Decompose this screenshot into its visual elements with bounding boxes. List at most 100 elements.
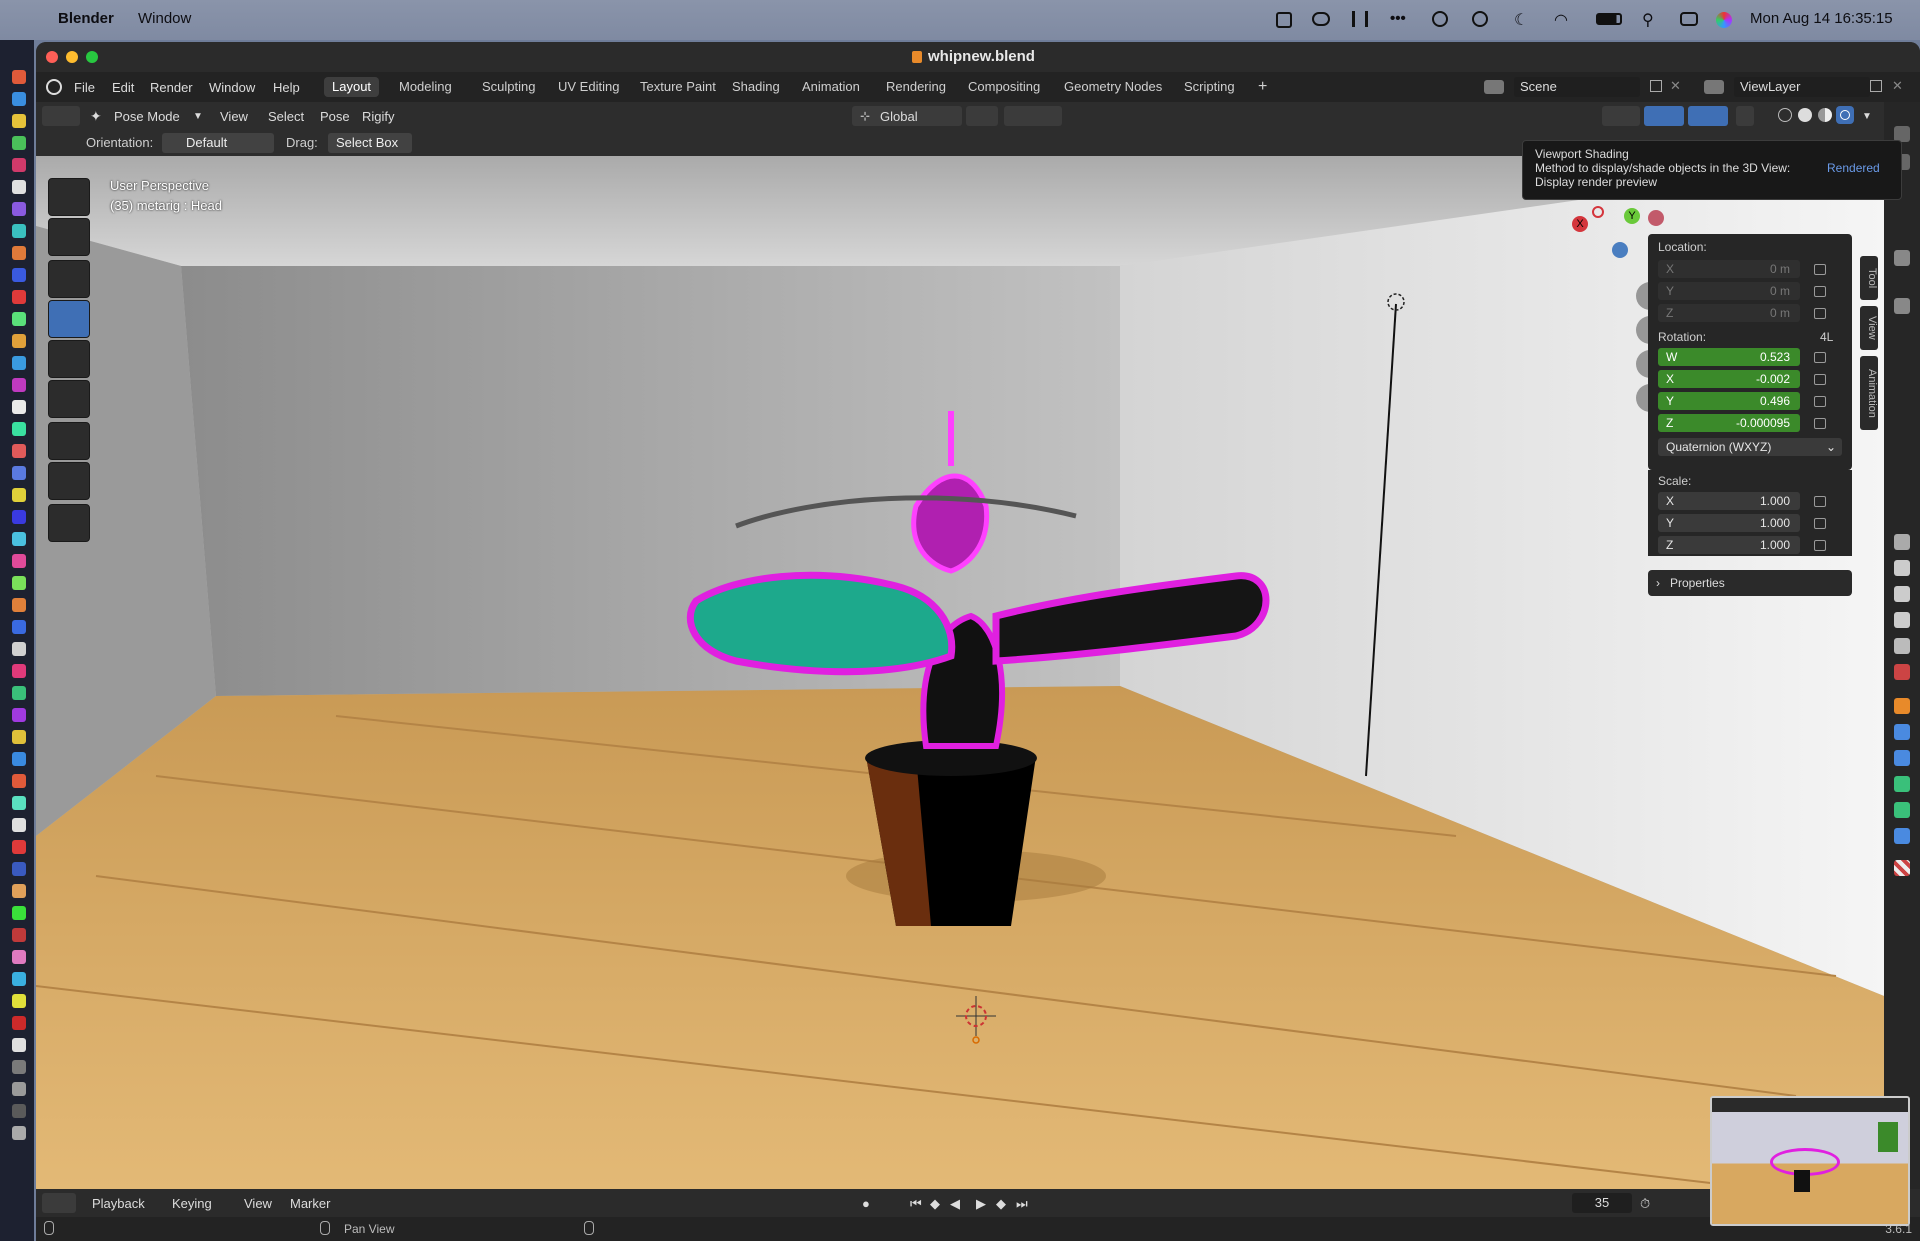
location-y-field[interactable]: Y 0 m (1658, 282, 1800, 300)
timeline-menu-view[interactable]: View (244, 1196, 272, 1211)
sidebar-tab-view[interactable]: View (1860, 306, 1878, 350)
dock-app-icon[interactable] (12, 224, 26, 238)
dock-app-icon[interactable] (12, 180, 26, 194)
scale-tool[interactable] (48, 340, 90, 378)
object-data-armature-icon[interactable] (1894, 776, 1910, 792)
render-properties-icon[interactable] (1894, 560, 1910, 576)
physics-properties-icon[interactable] (1894, 750, 1910, 766)
object-properties-icon[interactable] (1894, 698, 1910, 714)
scale-y-field[interactable]: Y 1.000 (1658, 514, 1800, 532)
select-box-tool[interactable] (48, 178, 90, 216)
dock-app-icon[interactable] (12, 400, 26, 414)
lock-icon[interactable] (1814, 352, 1826, 363)
dock-app-icon[interactable] (12, 906, 26, 920)
dock-app-icon[interactable] (12, 686, 26, 700)
wifi-icon[interactable]: ◠ (1554, 10, 1568, 30)
control-center-icon[interactable] (1680, 12, 1698, 26)
dock-app-icon[interactable] (12, 246, 26, 260)
dock-app-icon[interactable] (12, 972, 26, 986)
rotation-y-field[interactable]: Y 0.496 (1658, 392, 1800, 410)
dock-app-icon[interactable] (12, 994, 26, 1008)
siri-icon[interactable] (1716, 12, 1732, 28)
tab-animation[interactable]: Animation (794, 77, 868, 97)
dock-app-icon[interactable] (12, 510, 26, 524)
moon-icon[interactable]: ☾ (1514, 10, 1528, 30)
tab-modeling[interactable]: Modeling (391, 77, 460, 97)
scale-z-field[interactable]: Z 1.000 (1658, 536, 1800, 554)
properties-subpanel-header[interactable]: › Properties (1648, 570, 1852, 596)
view-layer-field[interactable]: ViewLayer (1734, 77, 1870, 97)
dock-app-icon[interactable] (12, 114, 26, 128)
rotation-w-field[interactable]: W 0.523 (1658, 348, 1800, 366)
screenshot-thumbnail[interactable] (1710, 1096, 1910, 1226)
tab-scripting[interactable]: Scripting (1176, 77, 1243, 97)
dock-app-icon[interactable] (12, 1060, 26, 1074)
window-menu[interactable]: Window (138, 10, 191, 27)
lock-icon[interactable] (1814, 264, 1826, 275)
bone-constraint-icon[interactable] (1894, 828, 1910, 844)
dock-app-icon[interactable] (12, 950, 26, 964)
tab-texture-paint[interactable]: Texture Paint (632, 77, 724, 97)
play-circle-icon[interactable] (1432, 11, 1448, 27)
remove-view-layer-icon[interactable]: ✕ (1892, 78, 1903, 94)
dock-app-icon[interactable] (12, 1038, 26, 1052)
dock-app-icon[interactable] (12, 708, 26, 722)
zoom-window-button[interactable] (86, 51, 98, 63)
solid-shading-icon[interactable] (1798, 108, 1812, 122)
stopwatch-icon[interactable]: ⏱ (1640, 1196, 1650, 1212)
lock-icon[interactable] (1814, 308, 1826, 319)
dock-app-icon[interactable] (12, 92, 26, 106)
gizmo-x-axis[interactable]: X (1572, 216, 1588, 232)
dock-app-icon[interactable] (12, 268, 26, 282)
dock-app-icon[interactable] (12, 356, 26, 370)
cursor-tool[interactable] (48, 218, 90, 256)
menu-view[interactable]: View (220, 109, 248, 124)
jump-to-keyframe-back-icon[interactable]: ◆ (930, 1196, 940, 1212)
dock-app-icon[interactable] (12, 554, 26, 568)
timeline-menu-playback[interactable]: Playback (92, 1196, 145, 1211)
dock-app-icon[interactable] (12, 202, 26, 216)
snap-toggle-button[interactable] (1004, 106, 1062, 126)
editor-type-button[interactable] (42, 106, 80, 126)
view-layer-properties-icon[interactable] (1894, 612, 1910, 628)
measure-tool[interactable] (48, 462, 90, 500)
dock-app-icon[interactable] (12, 290, 26, 304)
xray-toggle-button[interactable] (1736, 106, 1754, 126)
scene-icon[interactable] (1484, 80, 1504, 94)
lock-icon[interactable] (1814, 518, 1826, 529)
annotate-tool[interactable] (48, 422, 90, 460)
dock-app-icon[interactable] (12, 1104, 26, 1118)
dock-app-icon[interactable] (12, 532, 26, 546)
menu-window[interactable]: Window (209, 80, 255, 95)
current-frame-field[interactable]: 35 (1572, 1193, 1632, 1213)
tab-rendering[interactable]: Rendering (878, 77, 954, 97)
dock-app-icon[interactable] (12, 576, 26, 590)
menu-pose[interactable]: Pose (320, 109, 350, 124)
shading-chevron-down-icon[interactable]: ▼ (1862, 111, 1872, 122)
gizmo-z-axis[interactable] (1612, 242, 1628, 258)
dock-app-icon[interactable] (12, 70, 26, 84)
gizmo-neg-x-axis[interactable] (1592, 206, 1604, 218)
lock-icon[interactable] (1814, 418, 1826, 429)
new-view-layer-icon[interactable] (1870, 80, 1882, 92)
dock-app-icon[interactable] (12, 312, 26, 326)
lock-icon[interactable] (1814, 286, 1826, 297)
transform-tool[interactable] (48, 380, 90, 418)
lock-icon[interactable] (1814, 540, 1826, 551)
gizmo-y-axis[interactable]: Y (1624, 208, 1640, 224)
rotate-tool[interactable] (48, 300, 90, 338)
jump-to-start-icon[interactable]: ⏮ (910, 1196, 922, 1212)
scene-properties-icon[interactable] (1894, 638, 1910, 654)
dock-app-icon[interactable] (12, 444, 26, 458)
dock-app-icon[interactable] (12, 796, 26, 810)
modifier-properties-icon[interactable] (1894, 724, 1910, 740)
dock-app-icon[interactable] (12, 488, 26, 502)
dock-app-icon[interactable] (12, 158, 26, 172)
tab-compositing[interactable]: Compositing (960, 77, 1048, 97)
tab-uv-editing[interactable]: UV Editing (550, 77, 627, 97)
auto-keying-record-icon[interactable]: ● (862, 1196, 870, 1211)
output-properties-icon[interactable] (1894, 586, 1910, 602)
dock-app-icon[interactable] (12, 664, 26, 678)
spotlight-search-icon[interactable]: ⚲ (1642, 10, 1654, 30)
dock-app-icon[interactable] (12, 378, 26, 392)
